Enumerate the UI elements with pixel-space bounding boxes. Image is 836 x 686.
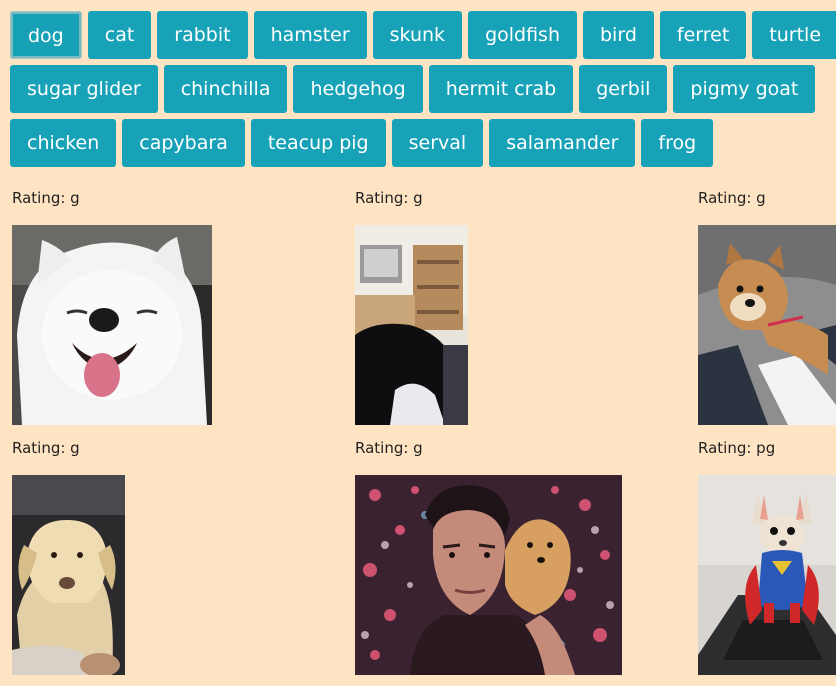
gif-rating: Rating: pg: [698, 439, 776, 457]
gif-card: Rating: g: [12, 436, 342, 675]
animal-button-serval[interactable]: serval: [391, 119, 484, 167]
animal-button-pigmy-goat[interactable]: pigmy goat: [673, 65, 816, 113]
animal-button-bar: dog cat rabbit hamster skunk goldfish bird ferr…: [10, 11, 836, 173]
gif-rating: Rating: g: [355, 439, 423, 457]
animal-button-skunk[interactable]: skunk: [372, 11, 463, 59]
animal-button-frog[interactable]: frog: [641, 119, 714, 167]
man-with-dog-picture: [355, 475, 622, 675]
animal-button-ferret[interactable]: ferret: [659, 11, 747, 59]
animal-button-hermit-crab[interactable]: hermit crab: [428, 65, 574, 113]
gif-rating: Rating: g: [12, 189, 80, 207]
animal-button-salamander[interactable]: salamander: [489, 119, 636, 167]
gif-image-chihuahua[interactable]: [698, 475, 836, 675]
animal-button-cat[interactable]: cat: [87, 11, 152, 59]
gif-card: Rating: g: [12, 186, 342, 425]
gif-rating: Rating: g: [355, 189, 423, 207]
animal-button-dog[interactable]: dog: [10, 11, 82, 59]
gif-image-samoyed[interactable]: [12, 225, 212, 425]
gif-image-labrador[interactable]: [12, 475, 125, 675]
animal-button-hedgehog[interactable]: hedgehog: [293, 65, 423, 113]
samoyed-picture: [12, 225, 212, 425]
animal-button-teacup-pig[interactable]: teacup pig: [250, 119, 386, 167]
button-row: sugar glider chinchilla hedgehog hermit cra…: [10, 65, 836, 113]
animal-button-capybara[interactable]: capybara: [122, 119, 245, 167]
gif-card: Rating: g: [355, 436, 685, 675]
animal-button-rabbit[interactable]: rabbit: [157, 11, 248, 59]
gif-card: Rating: pg: [698, 436, 836, 675]
animal-button-sugar-glider[interactable]: sugar glider: [10, 65, 158, 113]
animal-button-chicken[interactable]: chicken: [10, 119, 117, 167]
labrador-picture: [12, 475, 125, 675]
gif-rating: Rating: g: [12, 439, 80, 457]
gif-card: Rating: g: [698, 186, 836, 425]
chihuahua-picture: [698, 475, 836, 675]
gif-image-man-with-dog[interactable]: [355, 475, 622, 675]
animal-button-gerbil[interactable]: gerbil: [579, 65, 668, 113]
gif-image-shiba[interactable]: [698, 225, 836, 425]
button-row: dog cat rabbit hamster skunk goldfish bird ferr…: [10, 11, 836, 59]
shiba-picture: [698, 225, 836, 425]
animal-button-bird[interactable]: bird: [583, 11, 654, 59]
gif-card: Rating: g: [355, 186, 685, 425]
gif-rating: Rating: g: [698, 189, 766, 207]
animal-button-turtle[interactable]: turtle: [752, 11, 836, 59]
gif-image-black-cat[interactable]: [355, 225, 468, 425]
animal-button-goldfish[interactable]: goldfish: [468, 11, 577, 59]
button-row: chicken capybara teacup pig serval salamande…: [10, 119, 836, 167]
animal-button-chinchilla[interactable]: chinchilla: [163, 65, 288, 113]
black-cat-picture: [355, 225, 468, 425]
animal-button-hamster[interactable]: hamster: [253, 11, 367, 59]
